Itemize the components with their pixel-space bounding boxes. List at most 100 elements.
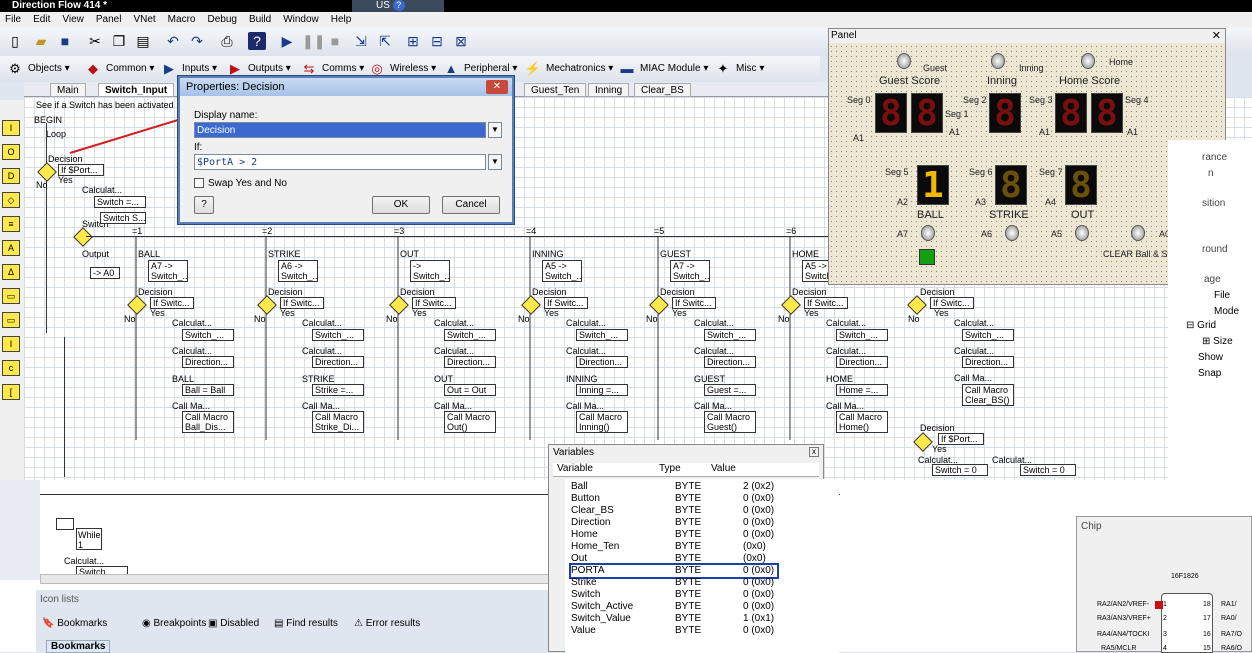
pin-ra3[interactable]: RA3/AN3/VREF+ [1097,615,1151,622]
case-yes-label: Yes [544,308,559,318]
variable-row[interactable]: Switch BYTE 0 (0x0) [571,589,821,601]
variable-row[interactable]: Switch_Active BYTE 0 (0x0) [571,601,821,613]
case-no-label: No [124,314,136,324]
variable-row[interactable]: Home BYTE 0 (0x0) [571,529,821,541]
case-var-label: INNING [566,374,598,384]
case-var-box[interactable]: Home =... [836,384,888,396]
guest-switch-knob[interactable] [897,53,911,69]
variable-type: BYTE [675,529,702,540]
case-direction-box[interactable]: Direction... [704,356,756,368]
seg6-label: Seg 6 [969,167,993,177]
variable-row[interactable]: PORTA BYTE 0 (0x0) [569,563,779,579]
variable-row[interactable]: Strike BYTE 0 (0x0) [571,577,821,589]
variable-row[interactable]: Clear_BS BYTE 0 (0x0) [571,505,821,517]
col-variable[interactable]: Variable [557,463,593,474]
clear-switch0-box[interactable]: Switch = 0 [932,464,988,476]
case-macro-box[interactable]: Call Macro Home() [836,411,888,433]
case-calc-box[interactable]: Switch_... [444,329,496,341]
case-output-box[interactable]: A5 -> Switch_... [542,260,582,282]
panel-close-icon[interactable]: ✕ [1212,29,1221,42]
case-decision-label: Decision [660,287,695,297]
display-name-field[interactable] [194,122,486,138]
case-output-box[interactable]: -> Switch_... [410,260,450,282]
error-results-tab[interactable]: ⚠ Error results [354,618,420,629]
variable-name: Ball [571,481,588,492]
if-dropdown-icon[interactable]: ▼ [488,154,502,170]
pin-ra0[interactable]: RA0/ [1221,615,1237,622]
case-calc-box[interactable]: Switch_... [312,329,364,341]
while-box[interactable]: While 1 [76,528,102,550]
inning-switch-knob[interactable] [991,53,1005,69]
pin-ra6[interactable]: RA6/O [1221,645,1242,652]
case-calc2-label: Calculat... [302,346,343,356]
variable-row[interactable]: Direction BYTE 0 (0x0) [571,517,821,529]
case-var-label: BALL [172,374,195,384]
disabled-tab[interactable]: ▣ Disabled [208,618,259,629]
variable-row[interactable]: Button BYTE 0 (0x0) [571,493,821,505]
case-output-box[interactable]: A6 -> Switch_... [278,260,318,282]
clear-calc-box[interactable]: Switch_... [962,329,1014,341]
case-macro-box[interactable]: Call Macro Guest() [704,411,756,433]
clear-macro-box[interactable]: Call Macro Clear_BS() [962,384,1014,406]
cancel-button[interactable]: Cancel [442,196,500,214]
breakpoints-tab[interactable]: ◉ Breakpoints [142,618,206,629]
pin-ra5[interactable]: RA5/MCLR [1101,645,1136,652]
if-condition-field[interactable] [194,154,486,170]
variable-row[interactable]: Switch_Value BYTE 1 (0x1) [571,613,821,625]
case-calc-box[interactable]: Switch_... [836,329,888,341]
ball-switch-knob[interactable] [921,225,935,241]
variable-row[interactable]: Value BYTE 0 (0x0) [571,625,821,637]
case-direction-box[interactable]: Direction... [576,356,628,368]
find-results-tab[interactable]: ▤ Find results [274,618,338,629]
case-direction-box[interactable]: Direction... [312,356,364,368]
strike-switch-knob[interactable] [1005,225,1019,241]
bookmarks-list-tab[interactable]: Bookmarks [46,640,111,653]
variable-value: 0 (0x0) [743,577,775,588]
case-var-box[interactable]: Guest =... [704,384,756,396]
clear-switch0b-box[interactable]: Switch = 0 [1020,464,1076,476]
case-var-box[interactable]: Ball = Ball [182,384,234,396]
variables-close-icon[interactable]: x [809,447,819,457]
swap-yes-no-checkbox[interactable] [194,178,204,188]
pin-ra4[interactable]: RA4/AN4/TOCKI [1097,631,1149,638]
pin-ra7[interactable]: RA7/O [1221,631,1242,638]
case-calc-box[interactable]: Switch_... [704,329,756,341]
case-macro-box[interactable]: Call Macro Out() [444,411,496,433]
case-macro-box[interactable]: Call Macro Strike_Di... [312,411,364,433]
clear-switch-knob[interactable] [1131,225,1145,241]
loop-end-box[interactable] [56,518,74,530]
dialog-close-icon[interactable]: ✕ [486,80,508,94]
variable-row[interactable]: Ball BYTE 2 (0x2) [571,481,821,493]
case-calc-box[interactable]: Switch_... [182,329,234,341]
case-direction-box[interactable]: Direction... [444,356,496,368]
home-switch-knob[interactable] [1081,53,1095,69]
help-button[interactable]: ? [194,196,214,214]
pin-num-18: 18 [1203,601,1211,608]
variable-row[interactable]: Out BYTE (0x0) [571,553,821,565]
case-output-box[interactable]: A7 -> Switch_... [148,260,188,282]
ok-button[interactable]: OK [372,196,430,214]
col-type[interactable]: Type [659,463,681,474]
clear-direction-box[interactable]: Direction... [962,356,1014,368]
case-macro-box[interactable]: Call Macro Ball_Dis... [182,411,234,433]
pin-ra1[interactable]: RA1/ [1221,601,1237,608]
case-var-box[interactable]: Inning =... [576,384,628,396]
case-var-box[interactable]: Out = Out [444,384,496,396]
case-var-box[interactable]: Strike =... [312,384,364,396]
grid-expander[interactable]: ⊟ Grid [1186,320,1216,331]
case-macro-box[interactable]: Call Macro Inning() [576,411,628,433]
variable-row[interactable]: Home_Ten BYTE (0x0) [571,541,821,553]
case-direction-box[interactable]: Direction... [836,356,888,368]
variable-type: BYTE [675,625,702,636]
case-output-box[interactable]: A7 -> Switch_... [670,260,710,282]
case-calc-box[interactable]: Switch_... [576,329,628,341]
out-switch-knob[interactable] [1075,225,1089,241]
display-name-dropdown-icon[interactable]: ▼ [488,122,502,138]
pin-ra2[interactable]: RA2/AN2/VREF- [1097,601,1149,608]
variable-value: (0x0) [743,553,766,564]
col-value[interactable]: Value [711,463,736,474]
size-expander[interactable]: ⊞ Size [1202,336,1233,347]
bookmarks-tab[interactable]: 🔖 Bookmarks [42,618,107,629]
case-direction-box[interactable]: Direction... [182,356,234,368]
variables-window: Variables x Variable Type Value Ball BYTE… [548,444,839,653]
